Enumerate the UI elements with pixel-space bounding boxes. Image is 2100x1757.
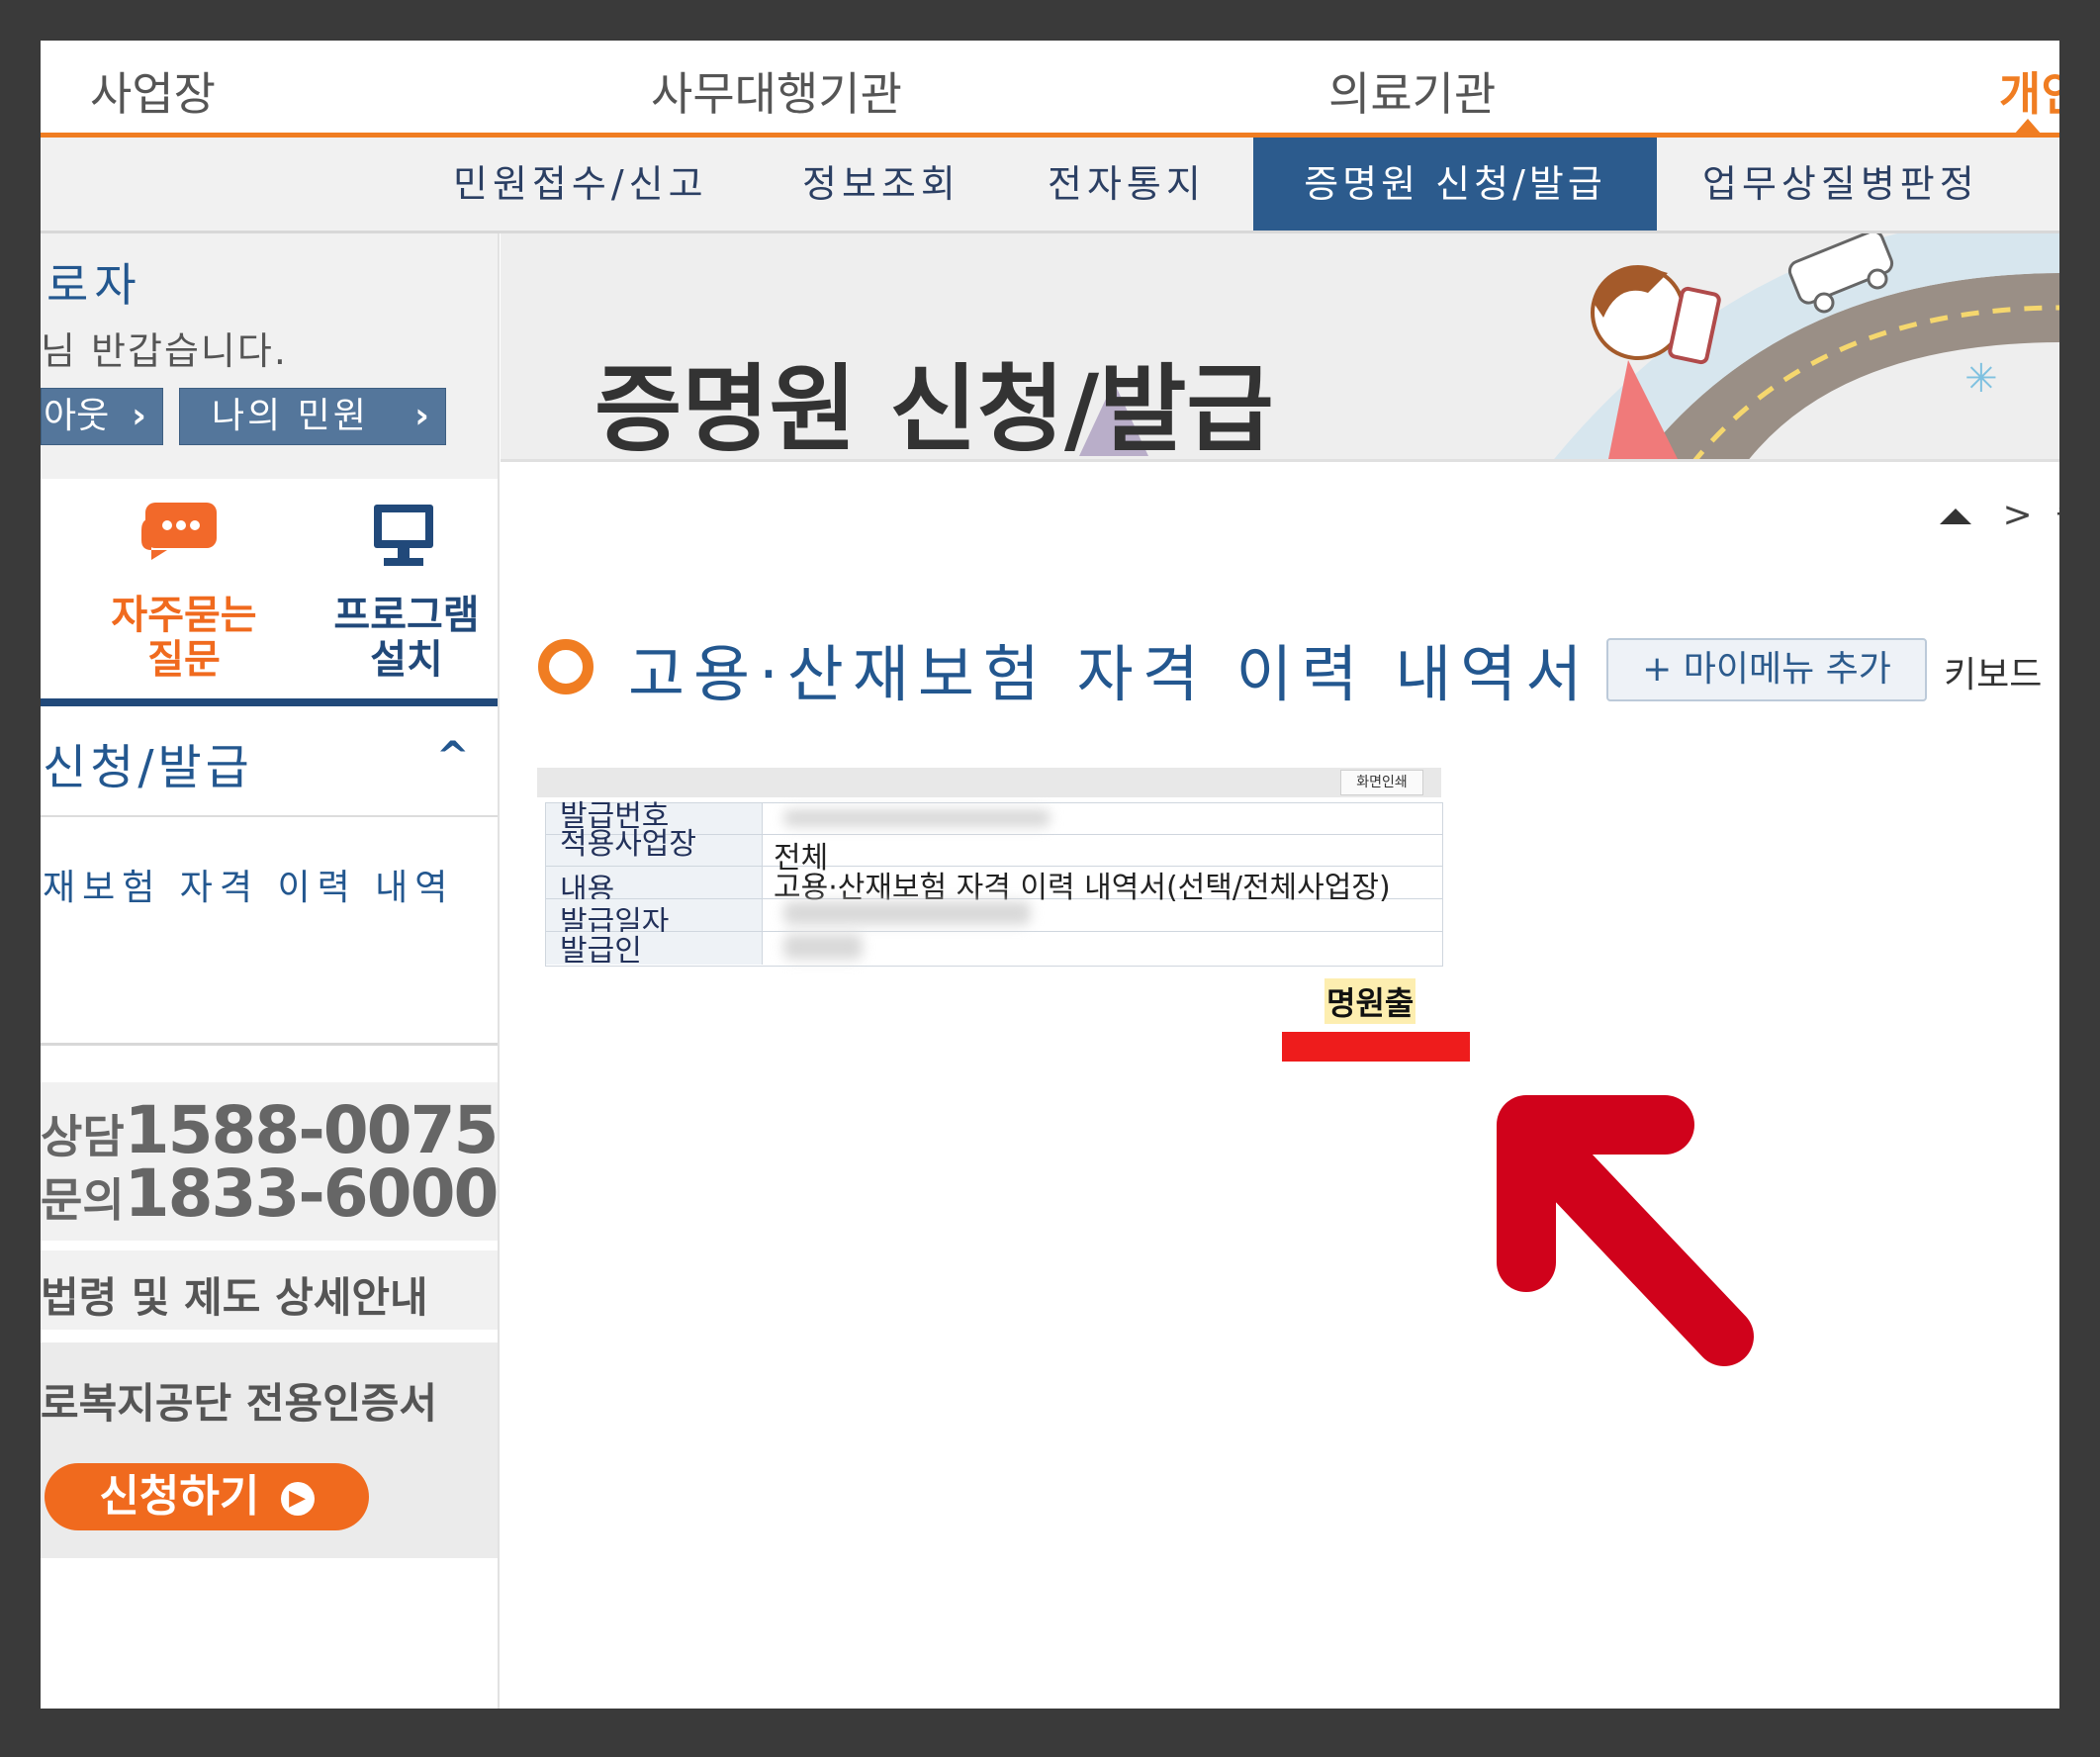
- user-label: 로자: [46, 258, 142, 312]
- subnav-certificate[interactable]: 증명원 신청/발급: [1253, 138, 1657, 231]
- document-toolbar: [537, 768, 1441, 797]
- row-label-cell: 적용사업장: [546, 827, 763, 866]
- greeting-text: 님 반갑습니다.: [41, 329, 288, 373]
- sub-navigation: 민원접수/신고 정보조회 전자통지 증명원 신청/발급 업무상질병판정: [41, 138, 2059, 233]
- apply-label: 신청하기: [99, 1471, 260, 1522]
- menu-items: 재보험 자격 이력 내역: [41, 815, 498, 1046]
- keyboard-link[interactable]: 키보드: [1944, 646, 2042, 697]
- breadcrumb: > 증: [1940, 486, 2059, 537]
- law-guide-text: 법령 및 제도 상세안내: [41, 1273, 428, 1322]
- add-mymenu-button[interactable]: + 마이메뉴 추가: [1606, 638, 1927, 701]
- home-icon[interactable]: [1940, 509, 1971, 524]
- table-row: 내용 고용·산재보험 자격 이력 내역서(선택/전체사업장): [546, 867, 1442, 907]
- logout-label: 아웃: [44, 396, 110, 436]
- top-tab-medical[interactable]: 의료기관: [1328, 58, 1496, 124]
- subnav-civil-filing[interactable]: 민원접수/신고: [453, 138, 708, 231]
- top-tab-agency[interactable]: 사무대행기관: [651, 58, 902, 124]
- issue-certificate-button[interactable]: 명원출: [1324, 978, 1416, 1024]
- pointer-arrow-icon: [1497, 1095, 1754, 1366]
- faq-label-2: 질문: [147, 637, 221, 683]
- redacted-value: [783, 901, 1031, 925]
- certificate-text: 로복지공단 전용인증서: [41, 1379, 438, 1428]
- top-tab-business[interactable]: 사업장: [90, 58, 216, 124]
- active-tab-caret: [2014, 119, 2042, 135]
- law-guide-link[interactable]: 법령 및 제도 상세안내: [41, 1250, 498, 1330]
- page: 사업장 사무대행기관 의료기관 개인 민원접수/신고 정보조회 전자통지 증명원…: [41, 41, 2059, 1709]
- left-sidebar: 로자 님 반갑습니다. 아웃 › 나의 민원 › 자주묻는 질문 프로그램 설치…: [41, 233, 500, 1709]
- table-row: 발급인: [546, 932, 1442, 969]
- tel-number-2: 1833-6000: [124, 1156, 500, 1232]
- top-tab-bar: 사업장 사무대행기관 의료기관 개인: [41, 41, 2059, 136]
- page-title: 고용·산재보험 자격 이력 내역서: [628, 638, 1592, 710]
- play-circle-icon: ▶: [280, 1482, 315, 1516]
- document-info-table: 발급번호 적용사업장 전체 내용 고용·산재보험 자격 이력 내역서(선택/전체…: [545, 799, 1443, 969]
- chevron-right-icon: ›: [414, 396, 429, 436]
- chevron-right-icon: ›: [132, 396, 146, 436]
- breadcrumb-next[interactable]: 증: [2055, 495, 2059, 535]
- svg-text:✳: ✳: [1964, 356, 1998, 402]
- redacted-value: [783, 934, 863, 960]
- my-civil-button[interactable]: 나의 민원 ›: [179, 388, 446, 445]
- subnav-disease-judgment[interactable]: 업무상질병판정: [1702, 138, 1979, 231]
- menu-title: 신청/발급: [43, 740, 253, 795]
- subnav-info-lookup[interactable]: 정보조회: [802, 138, 960, 231]
- chat-bubble-icon: [141, 503, 217, 560]
- section-divider: [41, 698, 498, 706]
- row-label: 적용사업장: [560, 827, 696, 862]
- top-tab-personal[interactable]: 개인: [1999, 58, 2059, 124]
- highlight-underline: [1282, 1032, 1470, 1062]
- my-civil-label: 나의 민원: [212, 396, 369, 436]
- tel-label-2: 문의: [41, 1173, 125, 1227]
- title-bullet-icon: [538, 639, 593, 694]
- chevron-up-icon[interactable]: ^: [436, 734, 470, 780]
- row-label-cell: 내용: [546, 867, 763, 907]
- redacted-value: [783, 809, 1050, 827]
- program-label-2: 설치: [370, 637, 443, 683]
- faq-link[interactable]: 자주묻는 질문: [90, 489, 278, 687]
- breadcrumb-separator: >: [2002, 495, 2033, 535]
- subnav-e-notice[interactable]: 전자통지: [1048, 138, 1206, 231]
- contact-box: 상담1588-0075 문의1833-6000: [41, 1082, 500, 1241]
- monitor-icon: [374, 505, 433, 566]
- print-screen-button[interactable]: 화면인쇄: [1340, 770, 1423, 795]
- row-label: 발급인: [560, 934, 642, 969]
- quick-links: 자주묻는 질문 프로그램 설치: [41, 479, 498, 698]
- table-row: 발급일자: [546, 899, 1442, 940]
- row-label-cell: 발급인: [546, 932, 763, 969]
- login-box: 로자 님 반갑습니다. 아웃 › 나의 민원 ›: [41, 233, 498, 479]
- tel-line-2: 문의1833-6000: [41, 1156, 500, 1232]
- logout-button[interactable]: 아웃 ›: [41, 388, 163, 445]
- banner-title: 증명원 신청/발급: [594, 354, 1274, 462]
- apply-button[interactable]: 신청하기 ▶: [45, 1463, 369, 1530]
- menu-header[interactable]: 신청/발급 ^: [41, 706, 498, 817]
- program-install-link[interactable]: 프로그램 설치: [313, 489, 501, 687]
- page-banner: ✳ 증명원 신청/발급: [501, 233, 2059, 462]
- menu-item-qualification-history[interactable]: 재보험 자격 이력 내역: [43, 859, 454, 910]
